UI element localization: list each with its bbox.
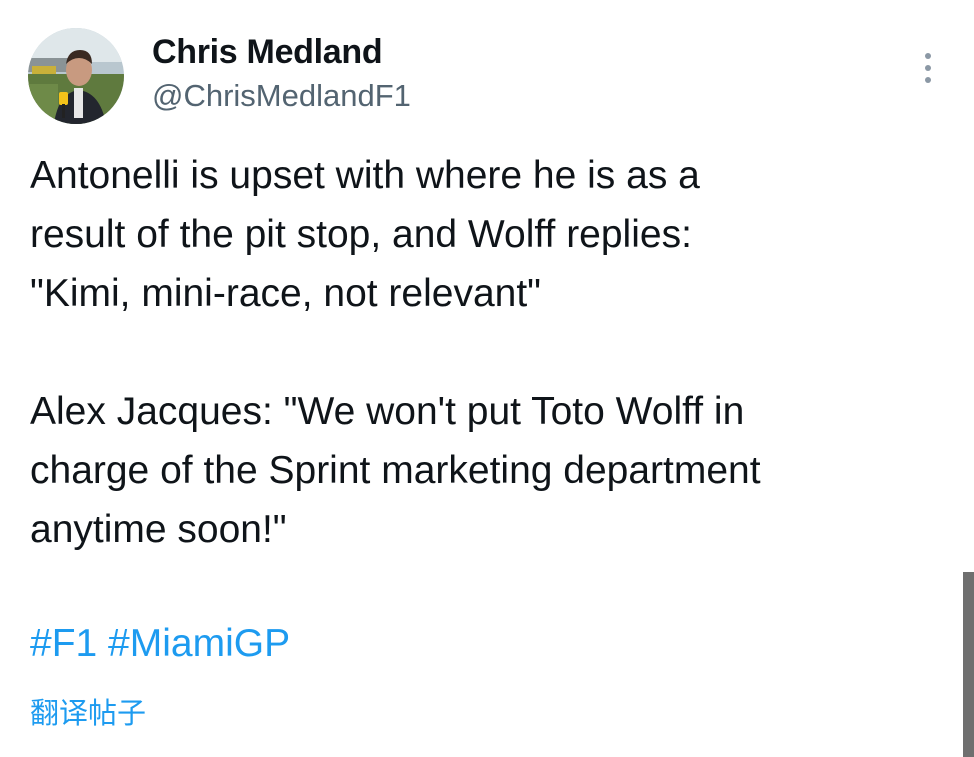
translate-post-link[interactable]: 翻译帖子 <box>30 694 146 734</box>
tweet-text: Antonelli is upset with where he is as a… <box>30 154 761 551</box>
hashtag-f1[interactable]: #F1 <box>30 622 97 665</box>
hashtag-row: #F1 #MiamiGP <box>30 614 290 673</box>
scrollbar-thumb[interactable] <box>963 572 974 757</box>
hashtag-miamigp[interactable]: #MiamiGP <box>108 622 290 665</box>
author-avatar[interactable] <box>28 28 124 124</box>
more-vertical-icon <box>925 53 931 83</box>
author-info[interactable]: Chris Medland @ChrisMedlandF1 <box>152 30 411 118</box>
profile-photo <box>28 28 124 124</box>
author-display-name[interactable]: Chris Medland <box>152 30 411 74</box>
author-handle[interactable]: @ChrisMedlandF1 <box>152 74 411 118</box>
more-options-button[interactable] <box>912 50 944 86</box>
